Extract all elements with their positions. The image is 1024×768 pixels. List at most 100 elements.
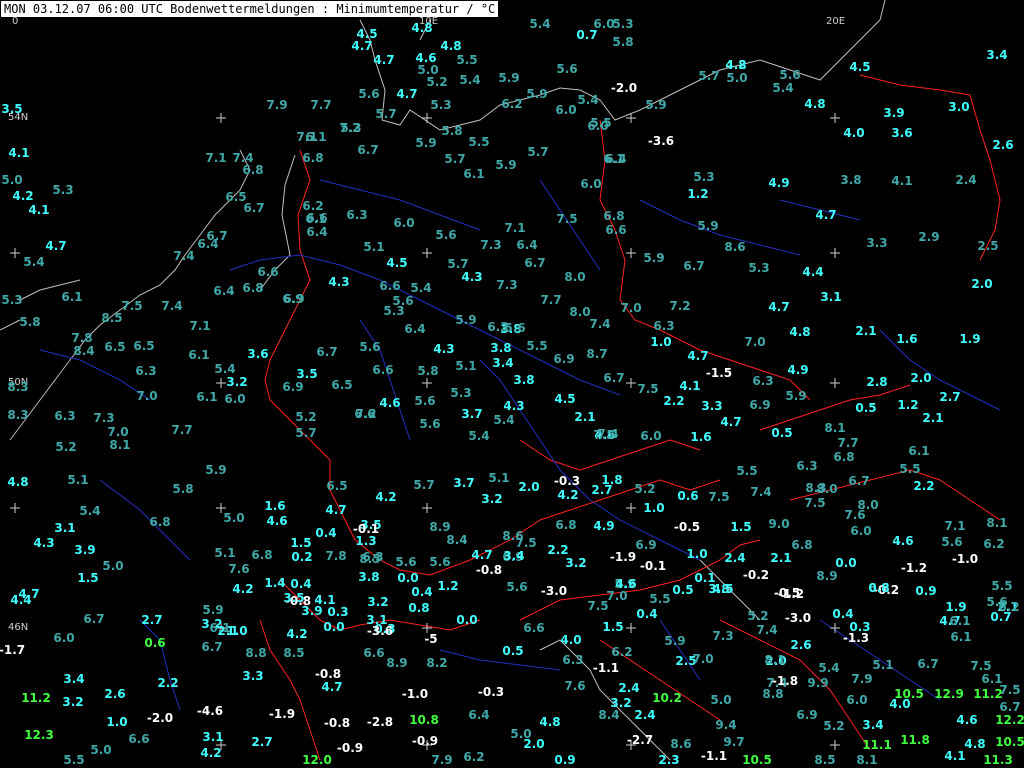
- temperature-value: 6.9: [282, 292, 304, 306]
- temperature-value: -0.2: [742, 568, 770, 582]
- temperature-value: 6.4: [213, 284, 235, 298]
- temperature-value: 1.0: [650, 335, 672, 349]
- temperature-value: 2.0: [971, 277, 993, 291]
- temperature-value: -2.8: [366, 715, 394, 729]
- temperature-value: 0.4: [636, 607, 658, 621]
- temperature-value: 5.7: [698, 69, 720, 83]
- temperature-value: 5.6: [435, 228, 457, 242]
- temperature-value: 5.5: [736, 464, 758, 478]
- temperature-value: 4.7: [768, 300, 790, 314]
- temperature-value: 5.2: [426, 75, 448, 89]
- temperature-value: 7.1: [944, 519, 966, 533]
- temperature-value: 1.6: [690, 430, 712, 444]
- temperature-value: 5.1: [363, 240, 385, 254]
- temperature-value: 7.0: [606, 589, 628, 603]
- temperature-value: 6.7: [357, 143, 379, 157]
- temperature-value: 8.0: [569, 305, 591, 319]
- temperature-value: 4.2: [12, 189, 34, 203]
- temperature-value: 6.3: [135, 364, 157, 378]
- temperature-value: 0.4: [290, 577, 312, 591]
- temperature-value: 8.6: [724, 240, 746, 254]
- temperature-value: 3.1: [54, 521, 76, 535]
- temperature-value: 4.3: [328, 275, 350, 289]
- temperature-value: 0.8: [408, 601, 430, 615]
- temperature-value: 4.9: [768, 176, 790, 190]
- temperature-value: 5.8: [417, 364, 439, 378]
- temperature-value: 7.4: [756, 623, 778, 637]
- temperature-value: 8.4: [446, 533, 468, 547]
- temperature-value: 4.3: [503, 399, 525, 413]
- temperature-value: -3.0: [540, 584, 568, 598]
- temperature-value: 2.2: [913, 479, 935, 493]
- temperature-value: 4.7: [45, 239, 67, 253]
- temperature-value: -1.7: [0, 643, 26, 657]
- temperature-value: 7.5: [999, 683, 1021, 697]
- temperature-value: 3.8: [490, 341, 512, 355]
- temperature-value: 6.8: [149, 515, 171, 529]
- temperature-value: 6.7: [201, 640, 223, 654]
- temperature-value: 5.7: [447, 257, 469, 271]
- temperature-value: 11.3: [983, 753, 1013, 767]
- temperature-value: 8.6: [670, 737, 692, 751]
- temperature-value: 0.5: [771, 426, 793, 440]
- temperature-value: 5.9: [785, 389, 807, 403]
- temperature-value: 0.6: [144, 636, 166, 650]
- temperature-value: 9.7: [723, 735, 745, 749]
- temperature-value: 6.1: [188, 348, 210, 362]
- temperature-value: 4.6: [892, 534, 914, 548]
- temperature-value: 4.7: [351, 39, 373, 53]
- temperature-value: 7.5: [970, 659, 992, 673]
- temperature-value: 5.6: [779, 68, 801, 82]
- temperature-value: -5: [424, 632, 438, 646]
- temperature-value: 1.4: [264, 576, 286, 590]
- temperature-value: 12.3: [24, 728, 54, 742]
- temperature-value: 7.9: [266, 98, 288, 112]
- temperature-value: 6.7: [83, 612, 105, 626]
- temperature-value: 2.4: [724, 551, 746, 565]
- temperature-value: 5.1: [872, 658, 894, 672]
- temperature-value: 6.5: [104, 340, 126, 354]
- temperature-value: 7.4: [589, 317, 611, 331]
- temperature-value: 4.4: [10, 593, 32, 607]
- temperature-value: -0.8: [314, 667, 342, 681]
- temperature-value: 5.9: [495, 158, 517, 172]
- temperature-value: 7.0: [744, 335, 766, 349]
- temperature-value: 5.6: [429, 555, 451, 569]
- temperature-value: -0.8: [323, 716, 351, 730]
- temperature-value: 6.4: [468, 708, 490, 722]
- temperature-value: 6.9: [553, 352, 575, 366]
- temperature-value: 0.0: [397, 571, 419, 585]
- temperature-value: 2.4: [955, 173, 977, 187]
- temperature-value: 5.6: [941, 535, 963, 549]
- temperature-value: 4.7: [321, 680, 343, 694]
- temperature-value: 6.6: [128, 732, 150, 746]
- temperature-value: 4.1: [8, 146, 30, 160]
- temperature-value: 12.9: [934, 687, 964, 701]
- temperature-value: 0.5: [855, 401, 877, 415]
- temperature-value: 3.3: [701, 399, 723, 413]
- temperature-value: 5.8: [441, 124, 463, 138]
- temperature-value: 0.7: [576, 28, 598, 42]
- temperature-value: 8.8: [245, 646, 267, 660]
- temperature-value: 3.9: [883, 106, 905, 120]
- temperature-value: 6.5: [326, 479, 348, 493]
- temperature-value: 6.8: [251, 548, 273, 562]
- temperature-value: 5.9: [498, 71, 520, 85]
- temperature-value: 6.0: [640, 429, 662, 443]
- temperature-value: 8.5: [283, 646, 305, 660]
- temperature-value: 8.9: [816, 569, 838, 583]
- temperature-value: 1.0: [643, 501, 665, 515]
- temperature-value: 7.2: [355, 407, 377, 421]
- temperature-value: 4.1: [679, 379, 701, 393]
- temperature-value: 3.1: [820, 290, 842, 304]
- temperature-value: 2.8: [866, 375, 888, 389]
- temperature-value: 7.5: [121, 299, 143, 313]
- temperature-value: 6.1: [950, 630, 972, 644]
- temperature-value: 4.6: [956, 713, 978, 727]
- temperature-value: 5.1: [488, 471, 510, 485]
- temperature-value: 5.3: [748, 261, 770, 275]
- temperature-value: 5.5: [526, 339, 548, 353]
- temperature-value: 6.9: [749, 398, 771, 412]
- temperature-value: 5.3: [383, 304, 405, 318]
- temperature-value: 5.6: [358, 87, 380, 101]
